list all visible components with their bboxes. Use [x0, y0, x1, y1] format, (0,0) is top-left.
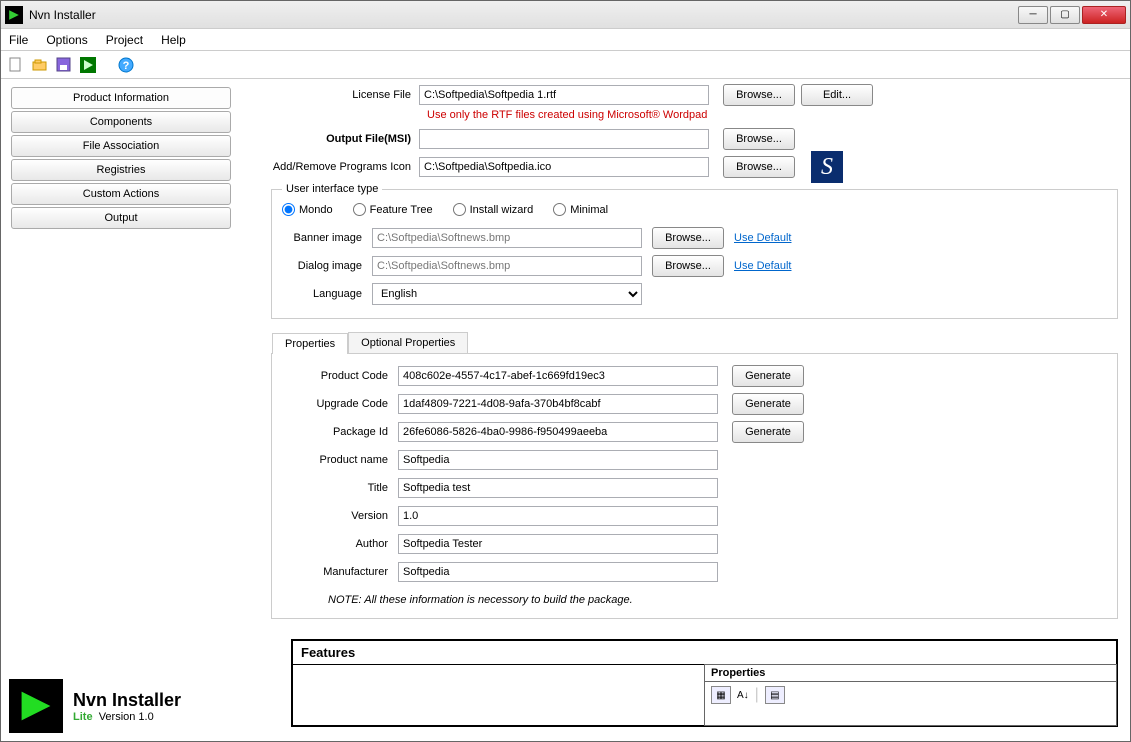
main-panel: License File Browse... Edit... Use only …	[271, 81, 1118, 619]
brand-edition: Lite	[73, 711, 93, 723]
sidebar-item-output[interactable]: Output	[11, 207, 231, 229]
new-icon[interactable]	[7, 56, 25, 74]
open-icon[interactable]	[31, 56, 49, 74]
save-icon[interactable]	[55, 56, 73, 74]
dialog-image-label: Dialog image	[282, 260, 362, 272]
product-code-generate-button[interactable]: Generate	[732, 365, 804, 387]
dialog-use-default-link[interactable]: Use Default	[734, 260, 791, 272]
sidebar-item-registries[interactable]: Registries	[11, 159, 231, 181]
icon-browse-button[interactable]: Browse...	[723, 156, 795, 178]
output-file-label: Output File(MSI)	[271, 133, 419, 145]
license-file-label: License File	[271, 89, 419, 101]
help-icon[interactable]: ?	[117, 56, 135, 74]
softpedia-logo-icon: S	[811, 151, 843, 183]
banner-browse-button[interactable]: Browse...	[652, 227, 724, 249]
package-id-label: Package Id	[288, 426, 398, 438]
version-label: Version	[288, 510, 398, 522]
sidebar: Product Information Components File Asso…	[11, 87, 231, 231]
sidebar-item-custom-actions[interactable]: Custom Actions	[11, 183, 231, 205]
license-browse-button[interactable]: Browse...	[723, 84, 795, 106]
features-properties: Properties ▦ A↓ | ▤	[704, 664, 1117, 726]
manufacturer-input[interactable]	[398, 562, 718, 582]
brand-icon	[9, 679, 63, 733]
output-file-input[interactable]	[419, 129, 709, 149]
toolbar: ?	[1, 51, 1130, 79]
radio-feature-tree[interactable]: Feature Tree	[353, 203, 433, 216]
svg-text:?: ?	[123, 60, 130, 72]
license-hint: Use only the RTF files created using Mic…	[427, 109, 1118, 121]
package-id-input[interactable]	[398, 422, 718, 442]
features-title: Features	[293, 641, 1116, 665]
run-icon[interactable]	[79, 56, 97, 74]
categorized-view-icon[interactable]: ▦	[711, 686, 731, 704]
tab-optional-properties[interactable]: Optional Properties	[348, 332, 468, 353]
manufacturer-label: Manufacturer	[288, 566, 398, 578]
property-pages-icon[interactable]: ▤	[765, 686, 785, 704]
menu-help[interactable]: Help	[161, 33, 186, 47]
menu-options[interactable]: Options	[46, 33, 87, 47]
language-select[interactable]: English	[372, 283, 642, 305]
upgrade-code-generate-button[interactable]: Generate	[732, 393, 804, 415]
product-name-input[interactable]	[398, 450, 718, 470]
brand-name: Nvn Installer	[73, 690, 181, 711]
features-list[interactable]	[293, 665, 705, 725]
output-browse-button[interactable]: Browse...	[723, 128, 795, 150]
programs-icon-label: Add/Remove Programs Icon	[271, 161, 419, 173]
sidebar-item-file-association[interactable]: File Association	[11, 135, 231, 157]
menu-project[interactable]: Project	[106, 33, 143, 47]
app-window: Nvn Installer ─ ▢ ✕ File Options Project…	[0, 0, 1131, 742]
license-edit-button[interactable]: Edit...	[801, 84, 873, 106]
titlebar: Nvn Installer ─ ▢ ✕	[1, 1, 1130, 29]
features-panel: Features Properties ▦ A↓ | ▤	[291, 639, 1118, 727]
title-input[interactable]	[398, 478, 718, 498]
features-properties-title: Properties	[705, 665, 1116, 682]
properties-tabs: Properties Optional Properties Product C…	[271, 353, 1118, 619]
banner-image-label: Banner image	[282, 232, 362, 244]
product-code-input[interactable]	[398, 366, 718, 386]
menu-file[interactable]: File	[9, 33, 28, 47]
license-file-input[interactable]	[419, 85, 709, 105]
banner-use-default-link[interactable]: Use Default	[734, 232, 791, 244]
ui-type-legend: User interface type	[282, 183, 382, 195]
language-label: Language	[282, 288, 362, 300]
product-code-label: Product Code	[288, 370, 398, 382]
maximize-button[interactable]: ▢	[1050, 6, 1080, 24]
dialog-image-input[interactable]	[372, 256, 642, 276]
minimize-button[interactable]: ─	[1018, 6, 1048, 24]
ui-type-group: User interface type Mondo Feature Tree I…	[271, 183, 1118, 319]
sidebar-item-components[interactable]: Components	[11, 111, 231, 133]
dialog-browse-button[interactable]: Browse...	[652, 255, 724, 277]
sidebar-item-product-information[interactable]: Product Information	[11, 87, 231, 109]
version-input[interactable]	[398, 506, 718, 526]
upgrade-code-label: Upgrade Code	[288, 398, 398, 410]
app-icon	[5, 6, 23, 24]
properties-note: NOTE: All these information is necessory…	[328, 594, 1101, 606]
branding: Nvn Installer Lite Version 1.0	[9, 679, 181, 733]
radio-install-wizard[interactable]: Install wizard	[453, 203, 534, 216]
brand-version: Version 1.0	[99, 711, 154, 723]
sort-az-icon[interactable]: A↓	[737, 690, 749, 701]
upgrade-code-input[interactable]	[398, 394, 718, 414]
author-label: Author	[288, 538, 398, 550]
banner-image-input[interactable]	[372, 228, 642, 248]
radio-minimal[interactable]: Minimal	[553, 203, 608, 216]
title-label: Title	[288, 482, 398, 494]
author-input[interactable]	[398, 534, 718, 554]
close-button[interactable]: ✕	[1082, 6, 1126, 24]
product-name-label: Product name	[288, 454, 398, 466]
programs-icon-input[interactable]	[419, 157, 709, 177]
package-id-generate-button[interactable]: Generate	[732, 421, 804, 443]
menubar: File Options Project Help	[1, 29, 1130, 51]
radio-mondo[interactable]: Mondo	[282, 203, 333, 216]
tab-properties[interactable]: Properties	[272, 333, 348, 354]
window-title: Nvn Installer	[29, 8, 96, 22]
